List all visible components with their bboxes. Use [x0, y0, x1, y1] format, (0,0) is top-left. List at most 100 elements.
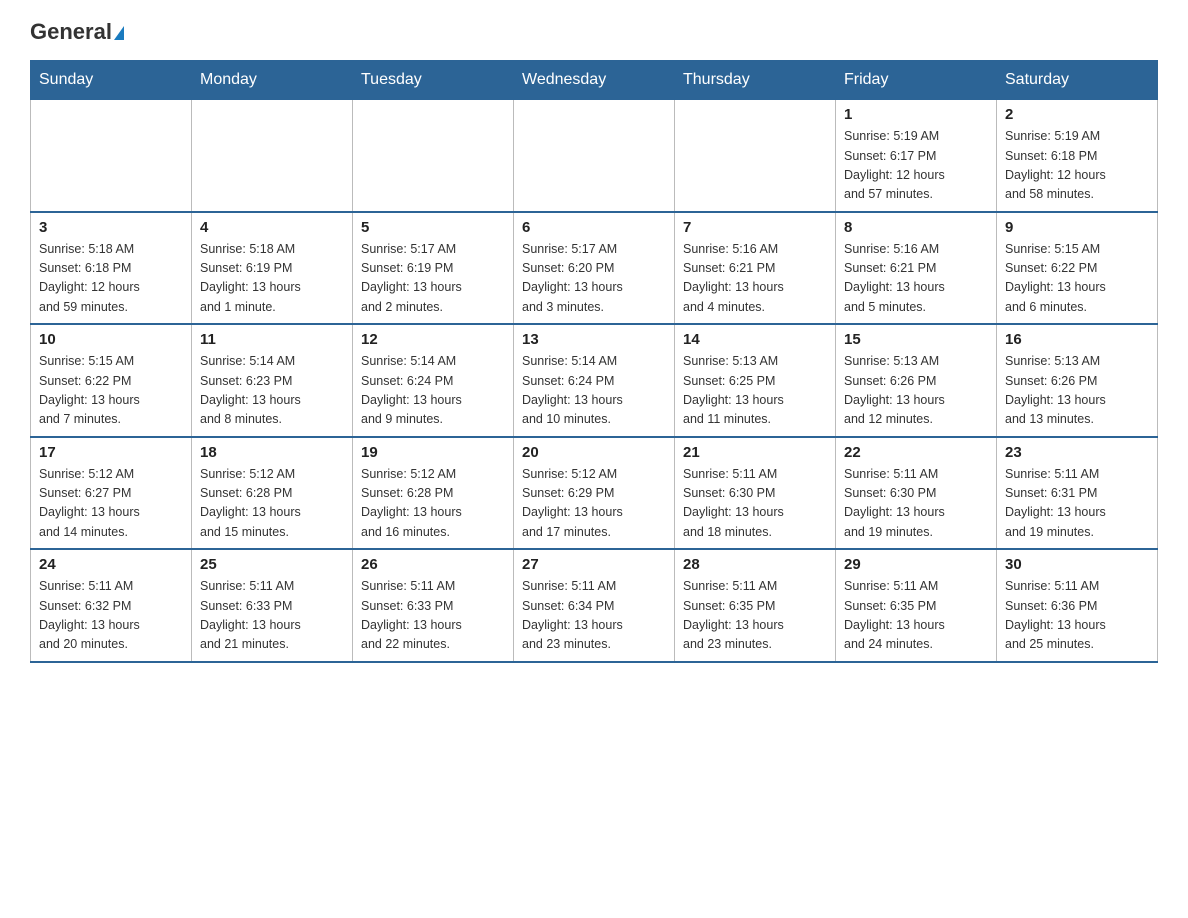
day-info: Sunrise: 5:12 AM Sunset: 6:28 PM Dayligh…	[200, 465, 344, 543]
day-number: 4	[200, 219, 344, 236]
day-number: 15	[844, 331, 988, 348]
day-number: 11	[200, 331, 344, 348]
calendar-cell: 29 Sunrise: 5:11 AM Sunset: 6:35 PM Dayli…	[836, 549, 997, 662]
day-info: Sunrise: 5:14 AM Sunset: 6:23 PM Dayligh…	[200, 352, 344, 430]
day-info: Sunrise: 5:12 AM Sunset: 6:28 PM Dayligh…	[361, 465, 505, 543]
calendar-week-3: 10 Sunrise: 5:15 AM Sunset: 6:22 PM Dayli…	[31, 324, 1158, 437]
calendar-cell: 22 Sunrise: 5:11 AM Sunset: 6:30 PM Dayli…	[836, 437, 997, 550]
calendar-cell: 8 Sunrise: 5:16 AM Sunset: 6:21 PM Daylig…	[836, 212, 997, 325]
day-number: 17	[39, 444, 183, 461]
day-number: 3	[39, 219, 183, 236]
calendar-cell: 17 Sunrise: 5:12 AM Sunset: 6:27 PM Dayli…	[31, 437, 192, 550]
calendar-cell	[31, 100, 192, 212]
calendar-week-2: 3 Sunrise: 5:18 AM Sunset: 6:18 PM Daylig…	[31, 212, 1158, 325]
day-number: 18	[200, 444, 344, 461]
day-info: Sunrise: 5:13 AM Sunset: 6:26 PM Dayligh…	[1005, 352, 1149, 430]
day-number: 27	[522, 556, 666, 573]
day-info: Sunrise: 5:17 AM Sunset: 6:19 PM Dayligh…	[361, 240, 505, 318]
day-info: Sunrise: 5:11 AM Sunset: 6:33 PM Dayligh…	[200, 577, 344, 655]
day-number: 16	[1005, 331, 1149, 348]
calendar-cell: 27 Sunrise: 5:11 AM Sunset: 6:34 PM Dayli…	[514, 549, 675, 662]
day-info: Sunrise: 5:15 AM Sunset: 6:22 PM Dayligh…	[1005, 240, 1149, 318]
day-info: Sunrise: 5:19 AM Sunset: 6:18 PM Dayligh…	[1005, 127, 1149, 205]
weekday-header-tuesday: Tuesday	[353, 61, 514, 100]
calendar-cell	[192, 100, 353, 212]
page-header: General	[30, 20, 1158, 42]
day-info: Sunrise: 5:14 AM Sunset: 6:24 PM Dayligh…	[522, 352, 666, 430]
day-number: 22	[844, 444, 988, 461]
day-info: Sunrise: 5:19 AM Sunset: 6:17 PM Dayligh…	[844, 127, 988, 205]
day-info: Sunrise: 5:18 AM Sunset: 6:18 PM Dayligh…	[39, 240, 183, 318]
calendar-cell: 28 Sunrise: 5:11 AM Sunset: 6:35 PM Dayli…	[675, 549, 836, 662]
day-info: Sunrise: 5:11 AM Sunset: 6:34 PM Dayligh…	[522, 577, 666, 655]
day-info: Sunrise: 5:11 AM Sunset: 6:33 PM Dayligh…	[361, 577, 505, 655]
day-info: Sunrise: 5:16 AM Sunset: 6:21 PM Dayligh…	[844, 240, 988, 318]
calendar-cell: 15 Sunrise: 5:13 AM Sunset: 6:26 PM Dayli…	[836, 324, 997, 437]
calendar-cell: 20 Sunrise: 5:12 AM Sunset: 6:29 PM Dayli…	[514, 437, 675, 550]
day-number: 9	[1005, 219, 1149, 236]
day-number: 6	[522, 219, 666, 236]
day-number: 10	[39, 331, 183, 348]
calendar-cell: 3 Sunrise: 5:18 AM Sunset: 6:18 PM Daylig…	[31, 212, 192, 325]
calendar-cell: 5 Sunrise: 5:17 AM Sunset: 6:19 PM Daylig…	[353, 212, 514, 325]
calendar-cell: 14 Sunrise: 5:13 AM Sunset: 6:25 PM Dayli…	[675, 324, 836, 437]
day-number: 21	[683, 444, 827, 461]
weekday-header-sunday: Sunday	[31, 61, 192, 100]
day-number: 24	[39, 556, 183, 573]
calendar-cell: 9 Sunrise: 5:15 AM Sunset: 6:22 PM Daylig…	[997, 212, 1158, 325]
calendar-cell: 18 Sunrise: 5:12 AM Sunset: 6:28 PM Dayli…	[192, 437, 353, 550]
calendar-week-4: 17 Sunrise: 5:12 AM Sunset: 6:27 PM Dayli…	[31, 437, 1158, 550]
weekday-header-saturday: Saturday	[997, 61, 1158, 100]
calendar-cell: 26Sunrise: 5:11 AM Sunset: 6:33 PM Dayli…	[353, 549, 514, 662]
day-info: Sunrise: 5:13 AM Sunset: 6:25 PM Dayligh…	[683, 352, 827, 430]
calendar-cell: 19 Sunrise: 5:12 AM Sunset: 6:28 PM Dayli…	[353, 437, 514, 550]
day-number: 13	[522, 331, 666, 348]
day-info: Sunrise: 5:12 AM Sunset: 6:27 PM Dayligh…	[39, 465, 183, 543]
day-number: 19	[361, 444, 505, 461]
calendar-cell: 10 Sunrise: 5:15 AM Sunset: 6:22 PM Dayli…	[31, 324, 192, 437]
day-number: 29	[844, 556, 988, 573]
calendar-cell: 1 Sunrise: 5:19 AM Sunset: 6:17 PM Daylig…	[836, 100, 997, 212]
weekday-header-row: SundayMondayTuesdayWednesdayThursdayFrid…	[31, 61, 1158, 100]
calendar-cell: 23Sunrise: 5:11 AM Sunset: 6:31 PM Dayli…	[997, 437, 1158, 550]
day-number: 5	[361, 219, 505, 236]
weekday-header-friday: Friday	[836, 61, 997, 100]
calendar-cell: 16 Sunrise: 5:13 AM Sunset: 6:26 PM Dayli…	[997, 324, 1158, 437]
day-number: 2	[1005, 106, 1149, 123]
day-info: Sunrise: 5:17 AM Sunset: 6:20 PM Dayligh…	[522, 240, 666, 318]
day-info: Sunrise: 5:11 AM Sunset: 6:35 PM Dayligh…	[683, 577, 827, 655]
day-number: 20	[522, 444, 666, 461]
day-number: 12	[361, 331, 505, 348]
weekday-header-monday: Monday	[192, 61, 353, 100]
weekday-header-wednesday: Wednesday	[514, 61, 675, 100]
calendar-cell: 13 Sunrise: 5:14 AM Sunset: 6:24 PM Dayli…	[514, 324, 675, 437]
calendar-week-5: 24 Sunrise: 5:11 AM Sunset: 6:32 PM Dayli…	[31, 549, 1158, 662]
calendar-cell	[675, 100, 836, 212]
day-number: 30	[1005, 556, 1149, 573]
day-number: 8	[844, 219, 988, 236]
calendar-table: SundayMondayTuesdayWednesdayThursdayFrid…	[30, 60, 1158, 663]
calendar-week-1: 1 Sunrise: 5:19 AM Sunset: 6:17 PM Daylig…	[31, 100, 1158, 212]
calendar-cell: 12 Sunrise: 5:14 AM Sunset: 6:24 PM Dayli…	[353, 324, 514, 437]
day-number: 14	[683, 331, 827, 348]
day-info: Sunrise: 5:11 AM Sunset: 6:32 PM Dayligh…	[39, 577, 183, 655]
day-info: Sunrise: 5:15 AM Sunset: 6:22 PM Dayligh…	[39, 352, 183, 430]
day-number: 1	[844, 106, 988, 123]
day-number: 28	[683, 556, 827, 573]
logo-line1: General	[30, 20, 124, 44]
day-number: 23	[1005, 444, 1149, 461]
day-info: Sunrise: 5:11 AM Sunset: 6:35 PM Dayligh…	[844, 577, 988, 655]
calendar-cell: 25 Sunrise: 5:11 AM Sunset: 6:33 PM Dayli…	[192, 549, 353, 662]
day-info: Sunrise: 5:12 AM Sunset: 6:29 PM Dayligh…	[522, 465, 666, 543]
day-info: Sunrise: 5:11 AM Sunset: 6:30 PM Dayligh…	[683, 465, 827, 543]
day-number: 7	[683, 219, 827, 236]
day-number: 25	[200, 556, 344, 573]
day-info: Sunrise: 5:13 AM Sunset: 6:26 PM Dayligh…	[844, 352, 988, 430]
day-info: Sunrise: 5:14 AM Sunset: 6:24 PM Dayligh…	[361, 352, 505, 430]
day-info: Sunrise: 5:11 AM Sunset: 6:30 PM Dayligh…	[844, 465, 988, 543]
calendar-cell	[514, 100, 675, 212]
calendar-cell: 6 Sunrise: 5:17 AM Sunset: 6:20 PM Daylig…	[514, 212, 675, 325]
day-info: Sunrise: 5:11 AM Sunset: 6:36 PM Dayligh…	[1005, 577, 1149, 655]
calendar-cell: 24 Sunrise: 5:11 AM Sunset: 6:32 PM Dayli…	[31, 549, 192, 662]
logo: General	[30, 20, 124, 42]
